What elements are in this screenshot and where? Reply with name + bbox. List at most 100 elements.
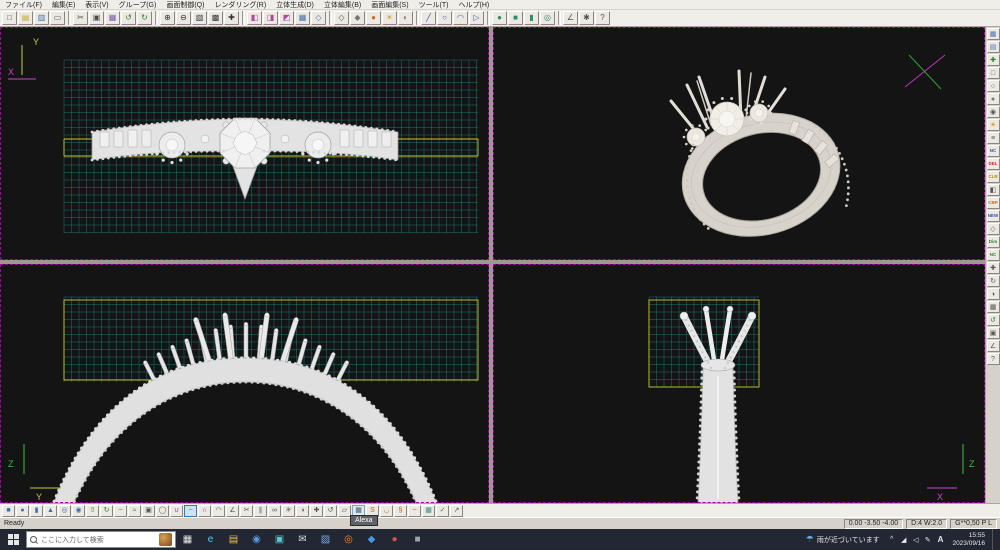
app-photos-icon[interactable]: ▨ — [314, 529, 337, 550]
prim-torus-icon[interactable]: ◎ — [58, 504, 71, 517]
app-red-icon[interactable]: ● — [383, 529, 406, 550]
print-icon[interactable]: ▭ — [50, 11, 65, 25]
boolean-intersect-icon[interactable]: ∩ — [198, 504, 211, 517]
boolean-union-icon[interactable]: ∪ — [170, 504, 183, 517]
weather-widget[interactable]: ☂ 雨が近づいています — [802, 534, 884, 545]
zoom-in-icon[interactable]: ⊕ — [160, 11, 175, 25]
copy-icon[interactable]: ▣ — [89, 11, 104, 25]
taskbar-search-input[interactable]: ここに入力して検索 — [26, 531, 176, 548]
paste-icon[interactable]: ▦ — [105, 11, 120, 25]
app-firefox-icon[interactable]: ◎ — [337, 529, 360, 550]
help-icon[interactable]: ? — [595, 11, 610, 25]
app-edge-icon[interactable]: e — [199, 529, 222, 550]
mask-icon[interactable]: ◧ — [986, 184, 1000, 196]
viewport-edge[interactable]: Z X — [493, 264, 985, 503]
view-top-icon[interactable]: ◨ — [263, 11, 278, 25]
select-icon[interactable]: □ — [986, 67, 1000, 79]
revolve-icon[interactable]: ↻ — [100, 504, 113, 517]
bend-icon[interactable]: ◡ — [380, 504, 393, 517]
measure-icon[interactable]: ∠ — [563, 11, 578, 25]
viewport-splitter-vertical[interactable] — [489, 27, 493, 503]
cbp-icon[interactable]: CBP — [986, 197, 1000, 209]
viewport-front[interactable]: Y X — [0, 27, 489, 260]
clock[interactable]: 15:55 2023/09/16 — [948, 532, 989, 548]
undo-icon[interactable]: ↺ — [986, 314, 1000, 326]
app-vscode-icon[interactable]: ◆ — [360, 529, 383, 550]
circle-icon[interactable]: ○ — [437, 11, 452, 25]
wire-icon[interactable]: ◇ — [986, 223, 1000, 235]
viewport-perspective[interactable] — [493, 27, 985, 260]
axis-icon[interactable]: ✚ — [986, 54, 1000, 66]
start-button[interactable] — [0, 529, 26, 550]
sweep-icon[interactable]: ~ — [114, 504, 127, 517]
line-icon[interactable]: ╱ — [421, 11, 436, 25]
viewport-splitter-horizontal[interactable] — [0, 260, 985, 264]
cut-icon[interactable]: ✂ — [73, 11, 88, 25]
menu-file[interactable]: ファイル(F) — [0, 0, 47, 10]
search-highlight-icon[interactable] — [159, 533, 172, 546]
menu-screen-edit[interactable]: 画面編集(S) — [366, 0, 413, 10]
zoom-fit-icon[interactable]: ▩ — [208, 11, 223, 25]
split-icon[interactable]: ∥ — [254, 504, 267, 517]
measure-icon[interactable]: ∠ — [986, 340, 1000, 352]
mesh-icon[interactable]: ▦ — [422, 504, 435, 517]
smooth-icon[interactable]: ~ — [408, 504, 421, 517]
fit-icon[interactable]: ▣ — [986, 327, 1000, 339]
zoom-out-icon[interactable]: ⊖ — [176, 11, 191, 25]
offset-icon[interactable]: ◯ — [156, 504, 169, 517]
material-icon[interactable]: ◐ — [398, 11, 413, 25]
prim-box-icon[interactable]: ■ — [2, 504, 15, 517]
arc-icon[interactable]: ◠ — [453, 11, 468, 25]
app-gray-icon[interactable]: ■ — [406, 529, 429, 550]
view-side-icon[interactable]: ◩ — [279, 11, 294, 25]
fillet-icon[interactable]: ◠ — [212, 504, 225, 517]
menu-rendering[interactable]: レンダリング(R) — [209, 0, 271, 10]
new-icon[interactable]: NEW — [986, 210, 1000, 222]
chamfer-icon[interactable]: ∠ — [226, 504, 239, 517]
clear-icon[interactable]: CLR — [986, 171, 1000, 183]
task-view-icon[interactable]: ▦ — [176, 529, 199, 550]
menu-screen-control[interactable]: 画面制御(Q) — [161, 0, 209, 10]
polyline-icon[interactable]: ▷ — [469, 11, 484, 25]
mirror-icon[interactable]: ◑ — [296, 504, 309, 517]
extrude-icon[interactable]: ⇧ — [86, 504, 99, 517]
move-icon[interactable]: ✚ — [310, 504, 323, 517]
trim-icon[interactable]: ✂ — [240, 504, 253, 517]
menu-help[interactable]: ヘルプ(H) — [454, 0, 495, 10]
show-desktop-button[interactable] — [992, 529, 997, 550]
mirror-icon[interactable]: ◑ — [986, 288, 1000, 300]
view-quad-icon[interactable]: ▦ — [295, 11, 310, 25]
view-front-icon[interactable]: ◧ — [247, 11, 262, 25]
hide-icon[interactable]: ● — [986, 93, 1000, 105]
prim-cone-icon[interactable]: ▲ — [44, 504, 57, 517]
dim-icon[interactable]: Dim — [986, 236, 1000, 248]
open-file-icon[interactable]: ▤ — [18, 11, 33, 25]
ime-indicator[interactable]: A — [936, 535, 946, 544]
render-icon[interactable]: ● — [366, 11, 381, 25]
torus-icon[interactable]: ◎ — [540, 11, 555, 25]
grid-toggle-icon[interactable]: ▤ — [986, 41, 1000, 53]
box-icon[interactable]: ■ — [508, 11, 523, 25]
view-perspective-icon[interactable]: ◇ — [311, 11, 326, 25]
light-icon[interactable]: ☀ — [986, 119, 1000, 131]
shaded-icon[interactable]: ◆ — [350, 11, 365, 25]
camera-icon[interactable]: ◉ — [986, 106, 1000, 118]
menu-solid-edit[interactable]: 立体編集(B) — [319, 0, 366, 10]
prim-tube-icon[interactable]: ◉ — [72, 504, 85, 517]
save-file-icon[interactable]: ▥ — [34, 11, 49, 25]
app-mail-icon[interactable]: ✉ — [291, 529, 314, 550]
snap-icon[interactable]: ▦ — [986, 28, 1000, 40]
sphere-icon[interactable]: ● — [492, 11, 507, 25]
help-icon[interactable]: ? — [986, 353, 1000, 365]
rotate-icon[interactable]: ↺ — [324, 504, 337, 517]
lasso-icon[interactable]: ○ — [986, 80, 1000, 92]
settings-icon[interactable]: ✱ — [579, 11, 594, 25]
menu-group[interactable]: グループ(G) — [114, 0, 162, 10]
pen-icon[interactable]: ✎ — [923, 536, 933, 544]
cylinder-icon[interactable]: ▮ — [524, 11, 539, 25]
tray-expand-icon[interactable]: ^ — [887, 536, 897, 544]
network-icon[interactable]: ◢ — [899, 536, 909, 544]
explode-icon[interactable]: ✳ — [282, 504, 295, 517]
viewport-side[interactable]: Z Y — [0, 264, 489, 503]
join-icon[interactable]: ∞ — [268, 504, 281, 517]
